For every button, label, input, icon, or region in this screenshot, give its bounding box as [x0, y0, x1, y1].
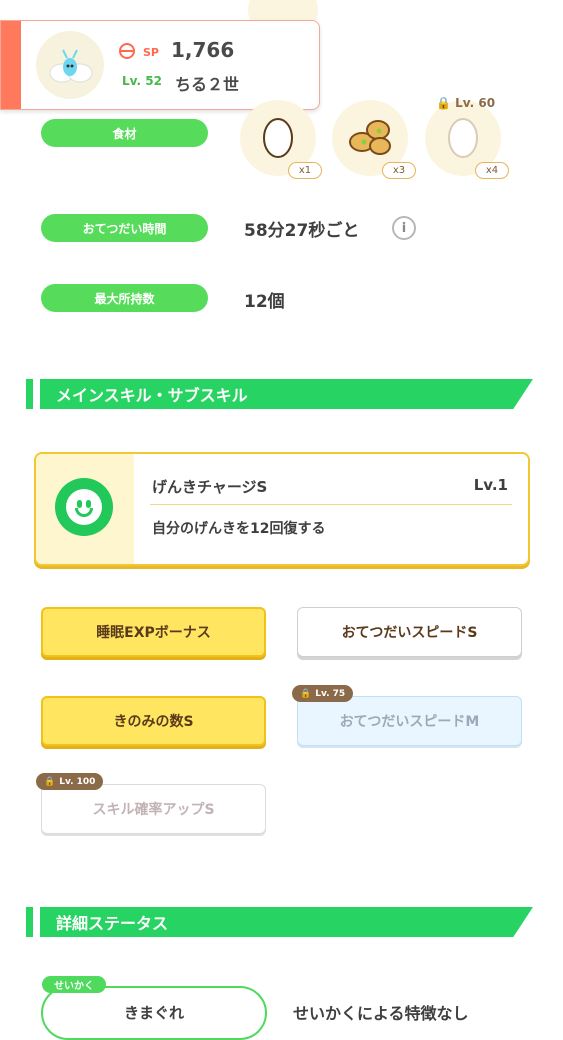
lock-icon: 🔒: [44, 776, 56, 787]
sub-skill-1[interactable]: 睡眠EXPボーナス: [41, 607, 266, 657]
pokemon-avatar: [36, 31, 104, 99]
skill-icon-area: [36, 454, 134, 564]
pokeball-icon: [119, 43, 135, 59]
help-time-value: 58分27秒ごと: [244, 221, 360, 241]
smile-icon: [55, 478, 113, 536]
sub-skill-4[interactable]: おてつだいスピードM: [297, 696, 522, 746]
nature-tag: せいかく: [42, 976, 106, 993]
sub-skill-4-lock-tag: 🔒 Lv. 75: [292, 685, 354, 702]
details-section-header: 詳細ステータス: [26, 907, 533, 937]
help-time-label: おてつだい時間: [41, 214, 208, 242]
skill-divider: [150, 504, 512, 505]
details-section-title: 詳細ステータス: [40, 907, 533, 937]
ingredient-lock-3: 🔒 Lv. 60: [436, 96, 495, 110]
pokemon-level: Lv. 52: [122, 74, 162, 88]
lock-icon: 🔒: [300, 688, 312, 699]
sub-skill-5[interactable]: スキル確率アップS: [41, 784, 266, 834]
ingredient-count-1: x1: [288, 162, 322, 179]
nature-value: きまぐれ: [123, 1004, 184, 1022]
header-accent: [1, 21, 21, 109]
sp-label: SP: [143, 46, 159, 59]
nature-box[interactable]: きまぐれ: [41, 986, 267, 1040]
main-skill-card[interactable]: げんきチャージS Lv.1 自分のげんきを12回復する: [34, 452, 530, 566]
ingredients-label: 食材: [41, 119, 208, 147]
main-skill-name: げんきチャージS: [152, 478, 268, 496]
skills-section-header: メインスキル・サブスキル: [26, 379, 533, 409]
ingredient-count-3: x4: [475, 162, 509, 179]
main-skill-description: 自分のげんきを12回復する: [152, 521, 326, 537]
section-stripe: [26, 379, 33, 409]
section-stripe: [26, 907, 33, 937]
pokemon-header-card[interactable]: SP 1,766 Lv. 52 ちる２世: [0, 20, 320, 110]
pokemon-name: ちる２世: [175, 75, 240, 94]
max-carry-label: 最大所持数: [41, 284, 208, 312]
max-carry-value: 12個: [244, 292, 285, 312]
skills-section-title: メインスキル・サブスキル: [40, 379, 533, 409]
sp-value: 1,766: [171, 38, 235, 62]
sub-skill-4-lock-level: Lv. 75: [315, 688, 346, 699]
ingredient-lock-level: Lv. 60: [455, 96, 496, 110]
lock-icon: 🔒: [436, 96, 451, 110]
sub-skill-3[interactable]: きのみの数S: [41, 696, 266, 746]
sub-skill-5-lock-level: Lv. 100: [59, 776, 96, 787]
nature-description: せいかくによる特徴なし: [293, 1004, 469, 1023]
main-skill-level: Lv.1: [473, 476, 508, 494]
ingredient-count-2: x3: [382, 162, 416, 179]
bird-icon: [49, 49, 93, 83]
sub-skill-5-lock-tag: 🔒 Lv. 100: [36, 773, 104, 790]
info-icon[interactable]: i: [392, 216, 416, 240]
sub-skill-2[interactable]: おてつだいスピードS: [297, 607, 522, 657]
